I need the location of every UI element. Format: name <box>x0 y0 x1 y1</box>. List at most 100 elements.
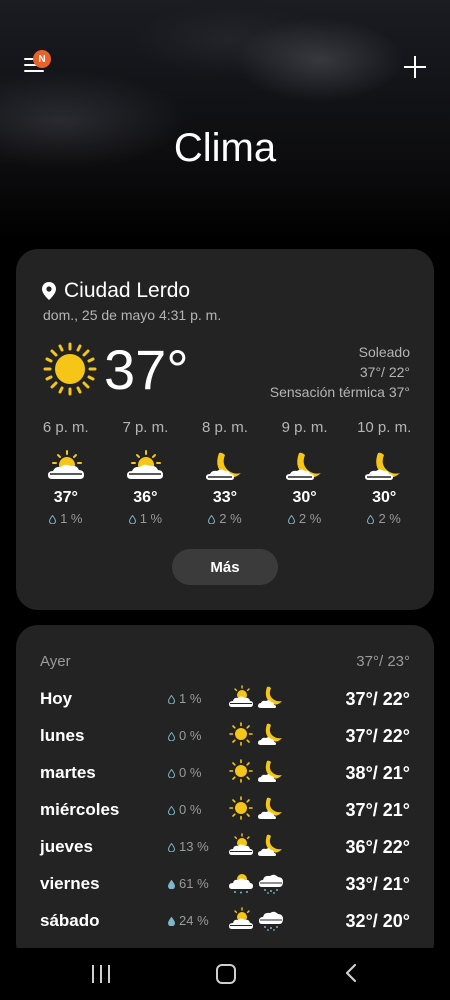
partly-sunny-icon <box>229 685 253 707</box>
raindrop-icon <box>49 515 57 524</box>
daily-row: viernes 61 % 33°/ 21° <box>40 868 410 898</box>
feels-like-text: Sensación térmica 37° <box>269 384 410 400</box>
day-precipitation: 0 % <box>168 802 201 817</box>
daily-row: miércoles 0 % 37°/ 21° <box>40 794 410 824</box>
day-precipitation: 24 % <box>168 913 209 928</box>
day-precipitation: 61 % <box>168 876 209 891</box>
location-row: Ciudad Lerdo <box>42 279 190 303</box>
current-datetime: dom., 25 de mayo 4:31 p. m. <box>43 307 222 323</box>
moon-cloud-icon <box>258 760 282 782</box>
page-title: Clima <box>173 126 277 170</box>
raindrop-icon <box>168 732 175 741</box>
daily-row: Hoy 1 % 37°/ 22° <box>40 683 410 713</box>
day-name: sábado <box>40 911 100 930</box>
partly-sunny-icon <box>229 907 253 929</box>
hour-temperature: 30° <box>372 489 397 506</box>
raindrop-icon <box>287 515 295 524</box>
home-button[interactable] <box>216 964 236 984</box>
current-weather-card[interactable]: Ciudad Lerdo dom., 25 de mayo 4:31 p. m.… <box>16 249 434 610</box>
day-temperatures: 36°/ 22° <box>345 837 410 857</box>
current-temperature: 37° <box>104 338 189 401</box>
hour-time: 10 p. m. <box>357 419 412 436</box>
daily-row: lunes 0 % 37°/ 22° <box>40 720 410 750</box>
hour-time: 9 p. m. <box>281 419 328 436</box>
raindrop-icon <box>367 515 375 524</box>
yesterday-row: Ayer 37°/ 23° <box>40 653 410 675</box>
day-temperatures: 37°/ 22° <box>345 689 410 709</box>
day-precipitation: 1 % <box>168 691 201 706</box>
raindrop-icon <box>128 515 136 524</box>
hour-precipitation: 1 % <box>26 511 106 526</box>
yesterday-temps: 37°/ 23° <box>356 653 410 670</box>
notification-badge: N <box>33 50 51 68</box>
day-name: miércoles <box>40 800 120 819</box>
day-name: lunes <box>40 726 85 745</box>
hourly-item: 8 p. m. 33° 2 % <box>185 419 265 526</box>
day-precipitation: 0 % <box>168 728 201 743</box>
raindrop-icon <box>168 880 175 889</box>
sun-icon <box>43 342 97 396</box>
day-name: Hoy <box>40 689 73 708</box>
back-button[interactable] <box>343 963 359 983</box>
day-name: viernes <box>40 874 100 893</box>
hourly-forecast: 6 p. m. 37° 1 % 7 p. m. 36° 1 % 8 p. m. … <box>26 419 424 526</box>
day-name: jueves <box>40 837 93 856</box>
raindrop-icon <box>168 769 175 778</box>
daily-forecast-card[interactable]: Ayer 37°/ 23° Hoy 1 % 37°/ 22° lunes 0 % 37°/… <box>16 625 434 965</box>
daily-row: sábado 24 % 32°/ 20° <box>40 905 410 935</box>
current-conditions: Soleado 37°/ 22° Sensación térmica 37° <box>270 342 410 402</box>
day-temperatures: 38°/ 21° <box>345 763 410 783</box>
raindrop-icon <box>168 695 175 704</box>
hour-temperature: 36° <box>133 489 158 506</box>
moon-cloud-icon <box>258 686 282 708</box>
more-button[interactable]: Más <box>172 549 278 585</box>
moon-icon <box>205 452 241 480</box>
hour-precipitation: 2 % <box>344 511 424 526</box>
rain-cloud-icon <box>259 911 283 931</box>
hourly-item: 9 p. m. 30° 2 % <box>265 419 345 526</box>
day-temperatures: 32°/ 20° <box>345 911 410 931</box>
recent-apps-button[interactable] <box>92 965 110 983</box>
hour-precipitation: 2 % <box>265 511 345 526</box>
sun-rain-icon <box>229 874 253 894</box>
raindrop-icon <box>168 843 175 852</box>
hourly-item: 10 p. m. 30° 2 % <box>344 419 424 526</box>
hour-temperature: 30° <box>292 489 317 506</box>
hour-time: 7 p. m. <box>122 419 169 436</box>
add-location-button[interactable] <box>400 52 430 82</box>
raindrop-icon <box>168 917 175 926</box>
hourly-item: 6 p. m. 37° 1 % <box>26 419 106 526</box>
hour-precipitation: 2 % <box>185 511 265 526</box>
city-name: Ciudad Lerdo <box>64 279 191 302</box>
system-nav-bar <box>0 948 450 1000</box>
moon-icon <box>285 452 321 480</box>
hour-time: 8 p. m. <box>202 419 248 436</box>
moon-cloud-icon <box>258 723 282 745</box>
location-pin-icon <box>42 282 56 300</box>
hour-temperature: 37° <box>53 489 78 506</box>
day-temperatures: 33°/ 21° <box>345 874 410 894</box>
partly-sunny-icon <box>127 450 164 479</box>
sun-icon <box>229 722 253 746</box>
sky-background <box>0 0 450 240</box>
day-temperatures: 37°/ 21° <box>345 800 410 820</box>
moon-cloud-icon <box>258 834 282 856</box>
rain-cloud-icon <box>259 874 283 894</box>
hourly-item: 7 p. m. 36° 1 % <box>106 419 186 526</box>
sun-icon <box>229 796 253 820</box>
day-temperatures: 37°/ 22° <box>345 726 410 746</box>
raindrop-icon <box>208 515 216 524</box>
partly-sunny-icon <box>229 833 253 855</box>
day-precipitation: 13 % <box>168 839 209 854</box>
partly-sunny-icon <box>47 450 84 479</box>
hi-lo-text: 37°/ 22° <box>359 364 410 380</box>
sun-icon <box>229 759 253 783</box>
moon-icon <box>365 452 401 480</box>
daily-row: martes 0 % 38°/ 21° <box>40 757 410 787</box>
yesterday-label: Ayer <box>40 653 71 670</box>
moon-cloud-icon <box>258 797 282 819</box>
day-precipitation: 0 % <box>168 765 201 780</box>
raindrop-icon <box>168 806 175 815</box>
hour-precipitation: 1 % <box>106 511 186 526</box>
condition-text: Soleado <box>358 344 410 360</box>
